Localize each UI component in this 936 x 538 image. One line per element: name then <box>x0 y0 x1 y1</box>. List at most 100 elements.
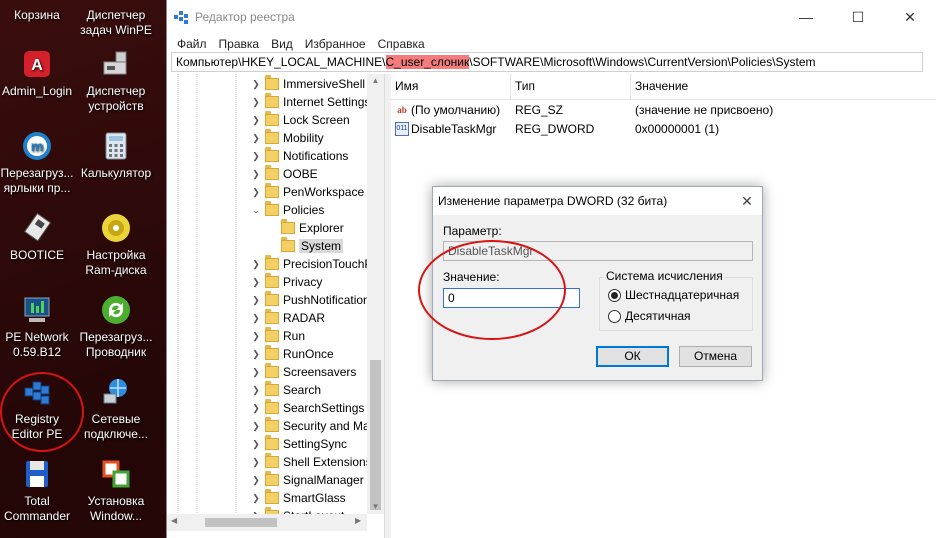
tree-item-policies[interactable]: ⌄ Policies <box>251 201 324 219</box>
expand-arrow-icon[interactable]: ❯ <box>251 313 261 323</box>
tree-item[interactable]: ❯ RADAR <box>251 309 325 327</box>
expand-arrow-icon[interactable]: ❯ <box>251 493 261 503</box>
desktop-icon-recycle-bin[interactable]: Корзина <box>0 0 78 23</box>
column-name-header[interactable]: Имя <box>391 74 511 99</box>
tree-item[interactable]: ❯ Notifications <box>251 147 348 165</box>
scroll-thumb[interactable] <box>205 518 277 527</box>
expand-arrow-icon[interactable]: ❯ <box>251 169 261 179</box>
scroll-thumb[interactable] <box>370 360 381 510</box>
scroll-up-icon[interactable]: ▲ <box>367 76 384 85</box>
address-bar[interactable]: Компьютер\HKEY_LOCAL_MACHINE\C_user_слон… <box>171 52 923 72</box>
desktop-icon-ramdisk[interactable]: Настройка Ram-диска <box>75 212 157 278</box>
tree-horizontal-scrollbar[interactable]: ◀ ▶ <box>167 514 367 531</box>
desktop-icon-reload-explorer[interactable]: Перезагруз... Проводник <box>75 294 157 360</box>
tree-item[interactable]: ❯ Search <box>251 381 321 399</box>
expand-arrow-icon[interactable]: ❯ <box>251 187 261 197</box>
tree-item[interactable]: ❯ PushNotifications <box>251 291 376 309</box>
tree-item[interactable]: ❯ OOBE <box>251 165 318 183</box>
expand-arrow-icon[interactable]: ❯ <box>251 97 261 107</box>
tree-item[interactable]: ❯ SettingSync <box>251 435 347 453</box>
column-type-header[interactable]: Тип <box>511 74 631 99</box>
maximize-button[interactable]: ☐ <box>832 0 884 34</box>
radio-decimal[interactable]: Десятичная <box>608 309 691 323</box>
tree-vertical-scrollbar[interactable]: ▲ ▼ <box>367 74 384 514</box>
tree-item[interactable]: ❯ PrecisionTouchPad <box>251 255 384 273</box>
desktop-icon-registry-editor[interactable]: Registry Editor PE <box>0 376 78 442</box>
tree-item[interactable]: ❯ SmartGlass <box>251 489 346 507</box>
scroll-right-icon[interactable]: ▶ <box>355 516 361 525</box>
tree-item[interactable]: Explorer <box>281 219 344 237</box>
tree-item[interactable]: ❯ Mobility <box>251 129 324 147</box>
tree-item[interactable]: ❯ Screensavers <box>251 363 356 381</box>
expand-arrow-icon[interactable]: ❯ <box>251 403 261 413</box>
column-value-header[interactable]: Значение <box>631 74 936 99</box>
scroll-left-icon[interactable]: ◀ <box>171 516 177 525</box>
list-row[interactable]: ab (По умолчанию) REG_SZ (значение не при… <box>391 100 936 119</box>
tree-item[interactable]: ❯ SignalManager <box>251 471 364 489</box>
folder-icon <box>265 471 279 486</box>
scroll-down-icon[interactable]: ▼ <box>367 502 384 511</box>
desktop-icon-calculator[interactable]: Калькулятор <box>75 130 157 181</box>
desktop-icon-bootice[interactable]: BOOTICE <box>0 212 78 263</box>
desktop-icon-windows-setup[interactable]: Установка Window... <box>75 458 157 524</box>
expand-arrow-icon[interactable]: ❯ <box>251 367 261 377</box>
folder-icon <box>265 309 279 324</box>
expand-arrow-icon[interactable]: ❯ <box>251 349 261 359</box>
expand-arrow-icon[interactable]: ❯ <box>251 331 261 341</box>
expand-arrow-icon[interactable]: ❯ <box>251 133 261 143</box>
expand-arrow-icon[interactable]: ❯ <box>251 439 261 449</box>
expand-arrow-icon[interactable]: ❯ <box>251 277 261 287</box>
key-tree-pane[interactable]: ❯ ImmersiveShell ❯ Internet Settings ❯ Lock… <box>167 74 385 538</box>
expand-arrow-icon[interactable]: ❯ <box>251 79 261 89</box>
desktop-icon-reload-shortcuts[interactable]: m Перезагруз... ярлыки пр... <box>0 130 78 196</box>
tree-item[interactable]: ❯ Shell Extensions <box>251 453 372 471</box>
expand-arrow-icon[interactable]: ❯ <box>251 385 261 395</box>
tree-item[interactable]: ❯ Run <box>251 327 305 345</box>
registry-editor-icon <box>173 9 189 25</box>
tree-item[interactable]: ❯ SearchSettings <box>251 399 364 417</box>
menu-view[interactable]: Вид <box>265 37 299 51</box>
tree-item-system-selected[interactable]: System <box>281 237 344 255</box>
cancel-button[interactable]: Отмена <box>679 346 752 367</box>
expand-arrow-icon[interactable]: ❯ <box>251 151 261 161</box>
tree-item[interactable]: ❯ Internet Settings <box>251 93 370 111</box>
menu-help[interactable]: Справка <box>372 37 431 51</box>
tree-item[interactable]: ❯ Lock Screen <box>251 111 350 129</box>
tree-item[interactable]: ❯ RunOnce <box>251 345 334 363</box>
calculator-icon <box>100 130 132 162</box>
title-bar[interactable]: Редактор реестра — ☐ ✕ <box>167 0 936 34</box>
close-button[interactable]: ✕ <box>884 0 936 34</box>
tree-item[interactable]: ❯Security and Maintenance <box>251 417 384 435</box>
expand-arrow-icon[interactable]: ❯ <box>251 421 261 431</box>
desktop-icon-pe-network[interactable]: PE Network 0.59.B12 <box>0 294 78 360</box>
folder-icon <box>265 363 279 378</box>
expand-arrow-icon[interactable]: ❯ <box>251 115 261 125</box>
desktop-icon-label: Перезагруз... Проводник <box>79 330 153 359</box>
expand-arrow-icon[interactable]: ❯ <box>251 475 261 485</box>
expand-arrow-icon[interactable]: ❯ <box>251 259 261 269</box>
menu-favorites[interactable]: Избранное <box>299 37 372 51</box>
menu-file[interactable]: Файл <box>171 37 213 51</box>
collapse-arrow-icon[interactable]: ⌄ <box>251 205 261 215</box>
value-input[interactable]: 0 <box>443 288 580 308</box>
desktop-icon-network-connections[interactable]: Сетевые подключе... <box>75 376 157 442</box>
desktop-icon-device-manager[interactable]: Диспетчер устройств <box>75 48 157 114</box>
tree-item[interactable]: ❯ PenWorkspace <box>251 183 364 201</box>
tree-item[interactable]: ❯ ImmersiveShell <box>251 75 365 93</box>
dialog-title-bar[interactable]: Изменение параметра DWORD (32 бита) ✕ <box>433 187 762 215</box>
radio-hexadecimal[interactable]: Шестнадцатеричная <box>608 288 739 302</box>
desktop-icon-total-commander[interactable]: Total Commander <box>0 458 78 524</box>
ok-button[interactable]: ОК <box>596 346 669 367</box>
folder-icon <box>265 435 279 450</box>
minimize-button[interactable]: — <box>780 0 832 34</box>
desktop-icon-admin-login[interactable]: A Admin_Login <box>0 48 78 99</box>
menu-edit[interactable]: Правка <box>213 37 266 51</box>
desktop-icon-task-manager[interactable]: Диспетчер задач WinPE <box>75 0 157 38</box>
list-row[interactable]: 011 DisableTaskMgr REG_DWORD 0x00000001 (… <box>391 119 936 138</box>
dialog-close-button[interactable]: ✕ <box>732 193 762 210</box>
tree-item[interactable]: ❯ Privacy <box>251 273 322 291</box>
expand-arrow-icon[interactable]: ❯ <box>251 295 261 305</box>
expand-arrow-icon[interactable]: ❯ <box>251 457 261 467</box>
folder-icon <box>265 93 279 108</box>
registry-editor-icon <box>21 376 53 408</box>
